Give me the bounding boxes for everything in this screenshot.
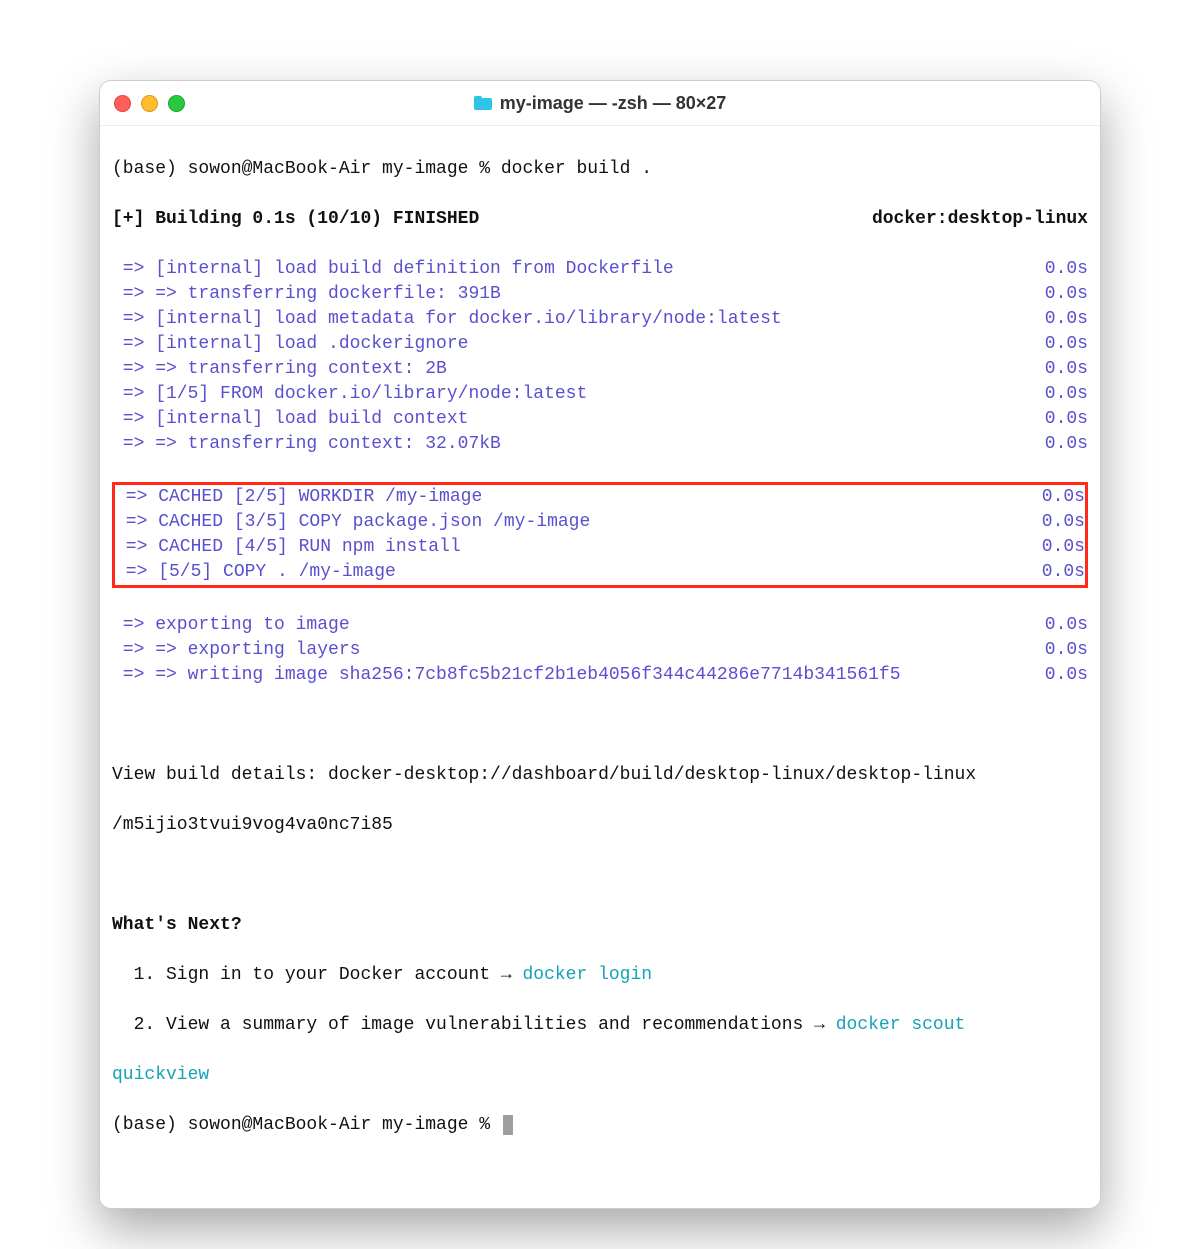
build-status: [+] Building 0.1s (10/10) FINISHED bbox=[112, 207, 872, 232]
build-step-text: => => transferring dockerfile: 391B bbox=[112, 282, 1028, 307]
build-step-text: => exporting to image bbox=[112, 613, 1028, 638]
build-step: => [internal] load .dockerignore0.0s bbox=[104, 332, 1096, 357]
build-step-time: 0.0s bbox=[1025, 510, 1085, 535]
build-step: => exporting to image0.0s bbox=[104, 613, 1096, 638]
view-details-2: /m5ijio3tvui9vog4va0nc7i85 bbox=[112, 813, 1088, 838]
build-step-text: => [5/5] COPY . /my-image bbox=[115, 560, 1025, 585]
build-step: => [5/5] COPY . /my-image0.0s bbox=[115, 560, 1085, 585]
docker-scout-cmd-2: quickview bbox=[112, 1063, 1088, 1088]
build-step-text: => [internal] load build definition from… bbox=[112, 257, 1028, 282]
build-step: => [internal] load build definition from… bbox=[104, 257, 1096, 282]
build-step: => CACHED [2/5] WORKDIR /my-image0.0s bbox=[115, 485, 1085, 510]
docker-scout-cmd: docker scout bbox=[836, 1015, 976, 1035]
build-step-time: 0.0s bbox=[1028, 357, 1088, 382]
window-controls bbox=[114, 95, 185, 112]
build-step-text: => => transferring context: 2B bbox=[112, 357, 1028, 382]
terminal-window: my-image — -zsh — 80×27 (base) sowon@Mac… bbox=[99, 80, 1101, 1209]
build-step-text: => => transferring context: 32.07kB bbox=[112, 432, 1028, 457]
build-step-text: => [internal] load build context bbox=[112, 407, 1028, 432]
minimize-icon[interactable] bbox=[141, 95, 158, 112]
build-step: => => transferring context: 32.07kB0.0s bbox=[104, 432, 1096, 457]
build-step-text: => => exporting layers bbox=[112, 638, 1028, 663]
build-step: => => writing image sha256:7cb8fc5b21cf2… bbox=[104, 663, 1096, 688]
build-step-time: 0.0s bbox=[1025, 560, 1085, 585]
build-step-text: => => writing image sha256:7cb8fc5b21cf2… bbox=[112, 663, 1028, 688]
next-item-2: 2. View a summary of image vulnerabiliti… bbox=[112, 1013, 1088, 1038]
cursor-icon bbox=[503, 1115, 513, 1135]
build-step-time: 0.0s bbox=[1028, 432, 1088, 457]
build-step: => [internal] load metadata for docker.i… bbox=[104, 307, 1096, 332]
build-step: => CACHED [4/5] RUN npm install0.0s bbox=[115, 535, 1085, 560]
build-step: => => exporting layers0.0s bbox=[104, 638, 1096, 663]
build-step-time: 0.0s bbox=[1028, 407, 1088, 432]
window-title-text: my-image — -zsh — 80×27 bbox=[500, 93, 727, 114]
build-step-text: => [1/5] FROM docker.io/library/node:lat… bbox=[112, 382, 1028, 407]
maximize-icon[interactable] bbox=[168, 95, 185, 112]
build-step: => => transferring context: 2B0.0s bbox=[104, 357, 1096, 382]
build-step-time: 0.0s bbox=[1028, 332, 1088, 357]
highlight-box: => CACHED [2/5] WORKDIR /my-image0.0s =>… bbox=[112, 482, 1088, 588]
build-step-time: 0.0s bbox=[1028, 257, 1088, 282]
build-step-text: => [internal] load metadata for docker.i… bbox=[112, 307, 1028, 332]
titlebar: my-image — -zsh — 80×27 bbox=[100, 81, 1100, 126]
build-step-time: 0.0s bbox=[1028, 613, 1088, 638]
build-step: => [1/5] FROM docker.io/library/node:lat… bbox=[104, 382, 1096, 407]
build-step-text: => CACHED [3/5] COPY package.json /my-im… bbox=[115, 510, 1025, 535]
build-step: => CACHED [3/5] COPY package.json /my-im… bbox=[115, 510, 1085, 535]
build-step: => [internal] load build context0.0s bbox=[104, 407, 1096, 432]
build-step-text: => [internal] load .dockerignore bbox=[112, 332, 1028, 357]
prompt-line-2: (base) sowon@MacBook-Air my-image % bbox=[112, 1113, 1088, 1138]
build-step-text: => CACHED [4/5] RUN npm install bbox=[115, 535, 1025, 560]
close-icon[interactable] bbox=[114, 95, 131, 112]
build-step: => => transferring dockerfile: 391B0.0s bbox=[104, 282, 1096, 307]
view-details: View build details: docker-desktop://das… bbox=[112, 763, 1088, 788]
build-step-text: => CACHED [2/5] WORKDIR /my-image bbox=[115, 485, 1025, 510]
build-step-time: 0.0s bbox=[1028, 382, 1088, 407]
build-step-time: 0.0s bbox=[1028, 663, 1088, 688]
build-step-time: 0.0s bbox=[1025, 485, 1085, 510]
build-step-time: 0.0s bbox=[1028, 282, 1088, 307]
build-step-time: 0.0s bbox=[1028, 638, 1088, 663]
whats-next-heading: What's Next? bbox=[112, 913, 1088, 938]
docker-login-cmd: docker login bbox=[522, 965, 652, 985]
window-title: my-image — -zsh — 80×27 bbox=[100, 93, 1100, 114]
build-step-time: 0.0s bbox=[1028, 307, 1088, 332]
build-step-time: 0.0s bbox=[1025, 535, 1085, 560]
folder-icon bbox=[474, 96, 492, 110]
build-driver: docker:desktop-linux bbox=[872, 207, 1088, 232]
next-item-1: 1. Sign in to your Docker account → dock… bbox=[112, 963, 1088, 988]
prompt-line: (base) sowon@MacBook-Air my-image % dock… bbox=[112, 157, 1088, 182]
terminal-content[interactable]: (base) sowon@MacBook-Air my-image % dock… bbox=[100, 126, 1100, 1208]
